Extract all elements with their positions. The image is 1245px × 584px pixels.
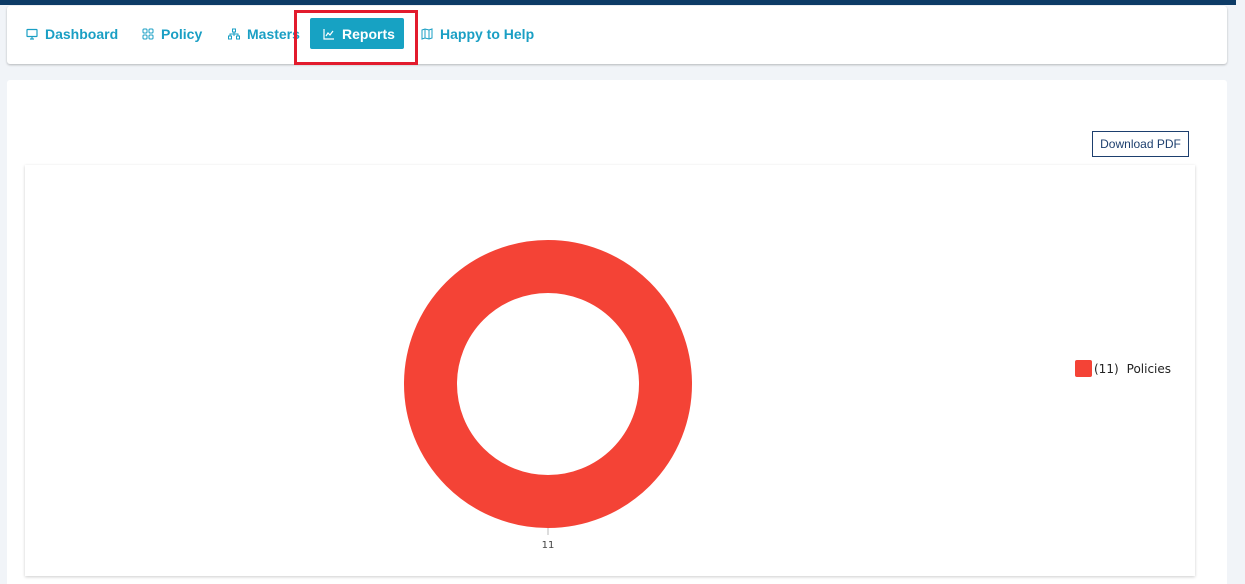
nav-policy-label: Policy [161,25,203,42]
chart-legend[interactable]: (11) Policies [1075,360,1171,377]
nav-happy-to-help-label: Happy to Help [440,25,535,42]
legend-swatch [1075,360,1092,377]
chart-panel: 11 (11) Policies [25,165,1195,576]
slice-value-label: 11 [542,540,555,551]
nav-dashboard[interactable]: Dashboard [25,18,118,49]
top-accent-bar [0,0,1245,5]
grid-icon [141,27,155,41]
nav-masters-label: Masters [247,25,300,42]
map-icon [420,27,434,41]
download-pdf-button[interactable]: Download PDF [1092,131,1189,157]
nav-masters[interactable]: Masters [227,18,300,49]
sitemap-icon [227,27,241,41]
nav-policy[interactable]: Policy [141,18,202,49]
legend-count: (11) [1094,361,1119,376]
reports-highlight-box [294,10,418,65]
legend-label: Policies [1126,361,1172,376]
monitor-icon [25,27,39,41]
nav-dashboard-label: Dashboard [45,25,119,42]
donut-slice-policies[interactable] [404,240,692,528]
main-navbar: Dashboard Policy Masters Reports Happy t… [7,6,1227,64]
page-scroll-gutter [1236,0,1245,584]
donut-chart: 11 [404,240,692,551]
nav-happy-to-help[interactable]: Happy to Help [420,18,534,49]
